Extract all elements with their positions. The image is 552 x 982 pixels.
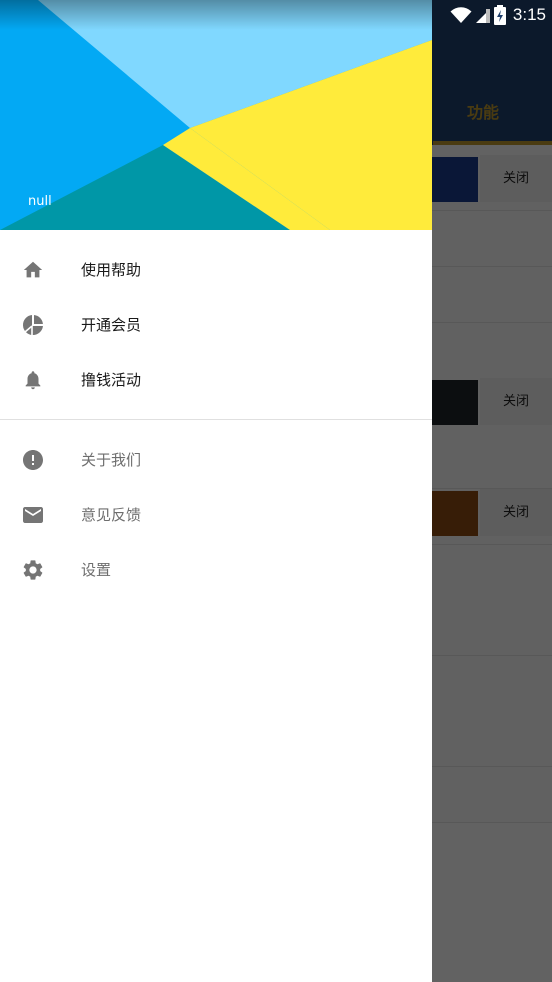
battery-charging-icon (493, 5, 506, 25)
status-bar: 3:15 (0, 0, 552, 30)
mail-icon (20, 502, 46, 528)
menu-item-label: 撸钱活动 (81, 371, 142, 389)
menu-divider (0, 419, 432, 420)
menu-item-label: 使用帮助 (81, 261, 142, 279)
user-name[interactable]: null (28, 194, 52, 209)
wifi-icon (450, 7, 472, 23)
menu-item-label: 意见反馈 (81, 506, 142, 524)
menu-item-feedback[interactable]: 意见反馈 (0, 487, 432, 542)
menu-item-about-us[interactable]: 关于我们 (0, 432, 432, 487)
menu-item-label: 关于我们 (81, 451, 142, 469)
menu-item-settings[interactable]: 设置 (0, 542, 432, 597)
menu-item-earn-activity[interactable]: 撸钱活动 (0, 352, 432, 407)
navigation-drawer: null 使用帮助 开通会员 撸钱活动 关于我们 意见反馈 设置 (0, 0, 432, 982)
drawer-header: null (0, 0, 432, 230)
status-time: 3:15 (512, 5, 546, 24)
menu-item-help[interactable]: 使用帮助 (0, 242, 432, 297)
home-icon (20, 257, 46, 283)
info-alert-icon (20, 447, 46, 473)
pie-chart-icon (20, 312, 46, 338)
menu-item-membership[interactable]: 开通会员 (0, 297, 432, 352)
header-background-graphic (0, 0, 432, 230)
bell-icon (20, 367, 46, 393)
menu-item-label: 设置 (81, 561, 112, 579)
menu-item-label: 开通会员 (81, 316, 142, 334)
signal-icon (475, 9, 490, 23)
gear-icon (20, 557, 46, 583)
